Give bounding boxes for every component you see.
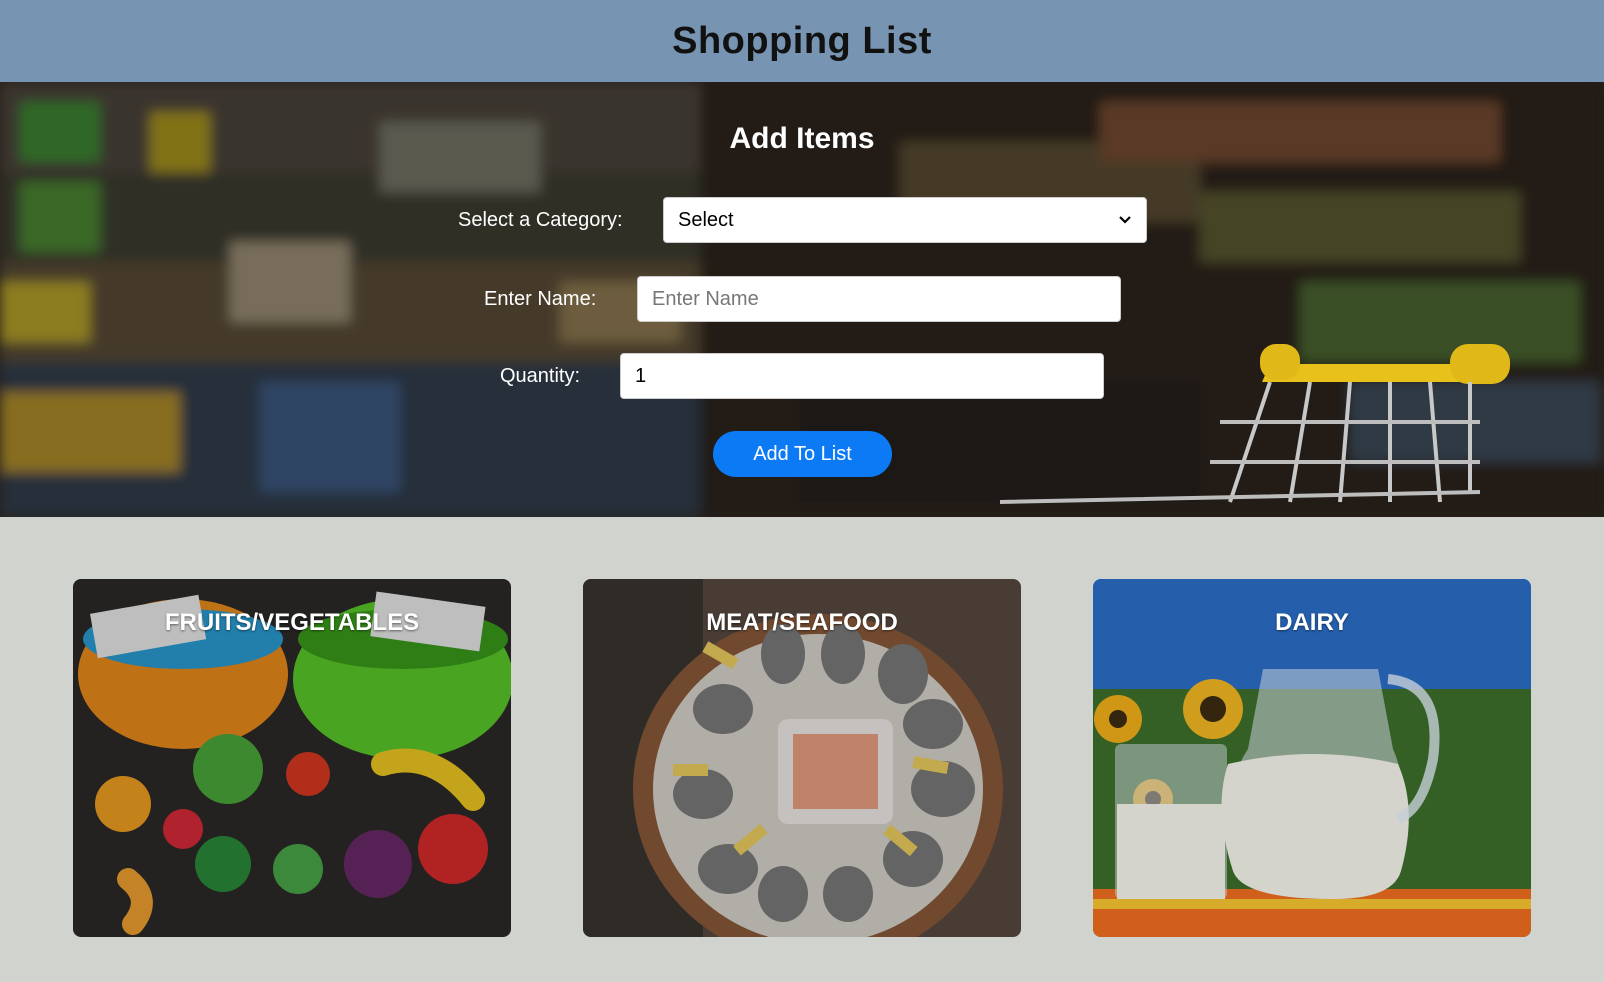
add-items-title: Add Items: [729, 122, 875, 155]
category-card-title: MEAT/SEAFOOD: [706, 609, 898, 636]
page-header: Shopping List: [0, 0, 1604, 82]
quantity-row: Quantity: 1: [500, 353, 1104, 399]
quantity-input[interactable]: 1: [620, 353, 1104, 399]
add-to-list-button[interactable]: Add To List: [713, 431, 892, 477]
category-select[interactable]: Select: [663, 197, 1147, 243]
name-label: Enter Name:: [484, 287, 597, 310]
name-input-placeholder: Enter Name: [652, 287, 759, 310]
quantity-input-value: 1: [635, 364, 647, 387]
category-label: Select a Category:: [458, 208, 623, 231]
page-title: Shopping List: [672, 19, 932, 62]
name-input[interactable]: Enter Name: [637, 276, 1121, 322]
category-card-title: DAIRY: [1275, 609, 1349, 636]
category-card-fruits-vegetables[interactable]: FRUITS/VEGETABLES: [73, 579, 511, 937]
category-card-title: FRUITS/VEGETABLES: [164, 609, 420, 636]
name-row: Enter Name: Enter Name: [484, 276, 1121, 322]
category-select-value: Select: [678, 208, 734, 231]
add-items-section: Add Items Select a Category: Select Ente…: [0, 82, 1604, 517]
category-card-meat-seafood[interactable]: MEAT/SEAFOOD: [583, 579, 1021, 937]
category-row: Select a Category: Select: [458, 197, 1147, 243]
category-card-dairy[interactable]: DAIRY: [1093, 579, 1531, 937]
chevron-down-icon: [1119, 216, 1131, 224]
quantity-label: Quantity:: [500, 364, 581, 387]
